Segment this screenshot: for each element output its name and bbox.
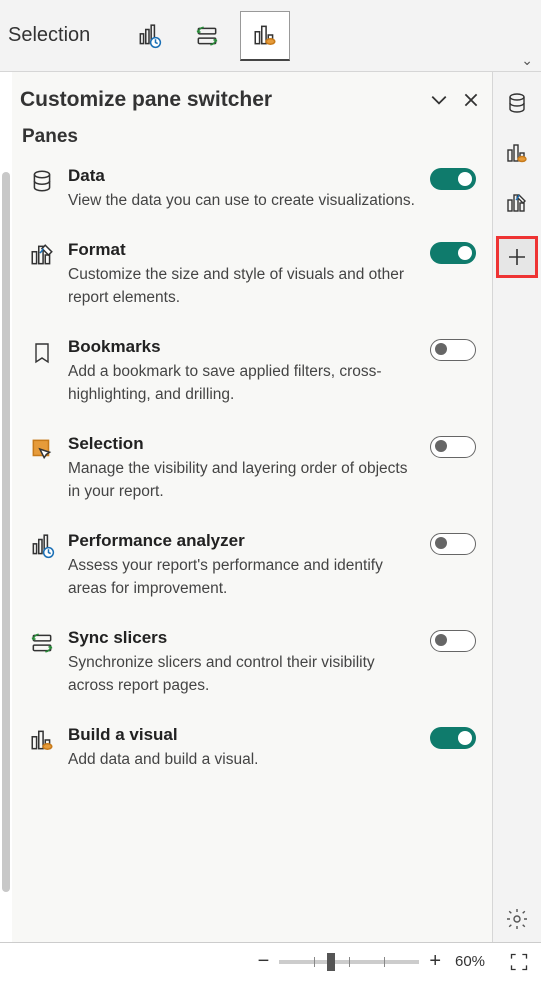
pane-name: Performance analyzer [68, 531, 422, 551]
toggle-bookmarks[interactable] [430, 339, 476, 361]
toggle-data[interactable] [430, 168, 476, 190]
rail-add-pane-button[interactable] [496, 236, 538, 278]
pane-item-selection: Selection Manage the visibility and layer… [20, 434, 480, 503]
toggle-build[interactable] [430, 727, 476, 749]
pane-name: Data [68, 166, 422, 186]
rail-format-icon[interactable] [500, 186, 534, 220]
pane-item-data: Data View the data you can use to create … [20, 166, 480, 212]
zoom-slider-thumb[interactable] [327, 953, 335, 971]
panel-title: Customize pane switcher [20, 88, 272, 112]
zoom-value[interactable]: 60% [455, 953, 497, 970]
pane-name: Selection [68, 434, 422, 454]
zoom-out-button[interactable]: − [256, 950, 272, 973]
toolbar-build-visual-button[interactable] [240, 11, 290, 61]
top-toolbar: Selection ⌄ [0, 0, 541, 72]
zoom-control: − + [256, 950, 443, 973]
perf-icon [24, 531, 60, 559]
pane-item-build: Build a visual Add data and build a visua… [20, 725, 480, 771]
pane-description: Manage the visibility and layering order… [68, 458, 422, 503]
bookmark-icon [24, 337, 60, 367]
toggle-selection[interactable] [430, 436, 476, 458]
pane-description: Assess your report's performance and ide… [68, 555, 422, 600]
section-title-panes: Panes [22, 126, 480, 148]
close-icon[interactable] [462, 91, 480, 109]
toggle-perf[interactable] [430, 533, 476, 555]
zoom-in-button[interactable]: + [427, 950, 443, 973]
build-icon [24, 725, 60, 753]
pane-switcher-rail [493, 72, 541, 942]
selection-icon [24, 434, 60, 462]
status-bar: − + 60% [0, 942, 541, 980]
pane-name: Build a visual [68, 725, 422, 745]
collapse-icon[interactable] [430, 91, 448, 109]
toolbar-expand-caret-icon[interactable]: ⌄ [521, 52, 533, 69]
rail-data-icon[interactable] [500, 86, 534, 120]
pane-description: View the data you can use to create visu… [68, 190, 422, 212]
pane-item-format: Format Customize the size and style of vi… [20, 240, 480, 309]
fit-to-page-icon[interactable] [509, 952, 529, 972]
rail-build-visual-icon[interactable] [500, 136, 534, 170]
zoom-slider-track[interactable] [279, 960, 419, 964]
pane-name: Bookmarks [68, 337, 422, 357]
ribbon-tab-selection[interactable]: Selection [8, 24, 90, 47]
paintbrush-icon [24, 240, 60, 268]
pane-name: Format [68, 240, 422, 260]
database-icon [24, 166, 60, 194]
left-scrollbar[interactable] [0, 72, 12, 942]
rail-settings-icon[interactable] [500, 902, 534, 936]
customize-pane-switcher-panel: Customize pane switcher Panes Data View t… [12, 72, 493, 942]
pane-description: Synchronize slicers and control their vi… [68, 652, 422, 697]
toolbar-perf-analyzer-button[interactable] [124, 11, 174, 61]
pane-description: Add data and build a visual. [68, 749, 422, 771]
pane-description: Customize the size and style of visuals … [68, 264, 422, 309]
pane-item-bookmarks: Bookmarks Add a bookmark to save applied … [20, 337, 480, 406]
scrollbar-thumb[interactable] [2, 172, 10, 892]
sync-icon [24, 628, 60, 656]
pane-description: Add a bookmark to save applied filters, … [68, 361, 422, 406]
toggle-format[interactable] [430, 242, 476, 264]
pane-item-sync: Sync slicers Synchronize slicers and cont… [20, 628, 480, 697]
pane-name: Sync slicers [68, 628, 422, 648]
toggle-sync[interactable] [430, 630, 476, 652]
toolbar-sync-slicers-button[interactable] [182, 11, 232, 61]
pane-item-perf: Performance analyzer Assess your report's… [20, 531, 480, 600]
